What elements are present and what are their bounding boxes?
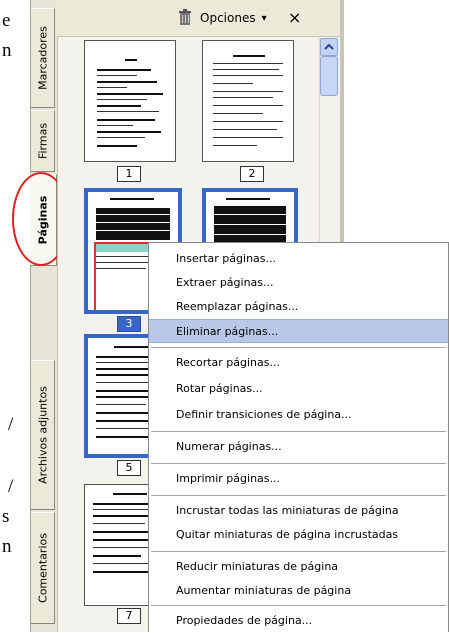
close-icon[interactable]: × (288, 8, 301, 27)
tab-label: Firmas (36, 122, 49, 160)
tab-label: Marcadores (36, 26, 49, 90)
menu-item-quitar-miniaturas[interactable]: Quitar miniaturas de página incrustadas (149, 523, 448, 547)
scroll-up-arrow-icon (324, 43, 334, 50)
page-number-label[interactable]: 7 (117, 608, 141, 624)
options-menu-button[interactable]: Opciones ▾ (200, 9, 267, 27)
menu-item-eliminar-paginas[interactable]: Eliminar páginas... (149, 319, 448, 343)
menu-separator (151, 431, 446, 432)
menu-separator (151, 551, 446, 552)
scroll-thumb[interactable] (320, 56, 338, 96)
menu-item-numerar-paginas[interactable]: Numerar páginas... (149, 435, 448, 459)
menu-separator (151, 463, 446, 464)
page-thumbnail[interactable] (84, 40, 176, 162)
page-number-label[interactable]: 1 (117, 166, 141, 182)
menu-item-extraer-paginas[interactable]: Extraer páginas... (149, 271, 448, 295)
doc-text-fragment: / (8, 414, 14, 435)
menu-item-insertar-paginas[interactable]: Insertar páginas... (149, 247, 448, 271)
menu-item-rotar-paginas[interactable]: Rotar páginas... (149, 377, 448, 401)
doc-text-fragment: s (2, 506, 10, 527)
doc-text-fragment: n (2, 40, 12, 61)
menu-item-propiedades-pagina[interactable]: Propiedades de página... (149, 609, 448, 633)
chevron-down-icon: ▾ (261, 12, 267, 24)
doc-text-fragment: e (2, 10, 11, 31)
tab-firmas[interactable]: Firmas (31, 110, 55, 172)
page-number-label[interactable]: 2 (240, 166, 264, 182)
navigation-tab-strip: Marcadores Firmas Páginas Archivos adjun… (30, 0, 58, 632)
page-thumbnail[interactable] (202, 40, 294, 162)
menu-item-imprimir-paginas[interactable]: Imprimir páginas... (149, 467, 448, 491)
menu-item-reducir-miniaturas[interactable]: Reducir miniaturas de página (149, 555, 448, 579)
doc-text-fragment: / (8, 476, 14, 497)
menu-separator (151, 347, 446, 348)
page-context-menu: Insertar páginas... Extraer páginas... R… (148, 242, 449, 632)
menu-item-incrustar-miniaturas[interactable]: Incrustar todas las miniaturas de página (149, 499, 448, 523)
menu-item-reemplazar-paginas[interactable]: Reemplazar páginas... (149, 295, 448, 319)
page-number-label-selected[interactable]: 3 (117, 316, 141, 332)
menu-separator (151, 495, 446, 496)
tab-label: Comentarios (36, 533, 49, 603)
menu-separator (151, 605, 446, 606)
tab-label: Archivos adjuntos (36, 386, 49, 484)
tab-marcadores[interactable]: Marcadores (31, 8, 55, 108)
tab-comentarios[interactable]: Comentarios (31, 512, 55, 624)
doc-text-fragment: n (2, 536, 12, 557)
trash-icon[interactable] (178, 9, 192, 29)
menu-item-definir-transiciones[interactable]: Definir transiciones de página... (149, 403, 448, 427)
options-label: Opciones (200, 11, 256, 25)
page-number-label[interactable]: 5 (117, 460, 141, 476)
menu-item-recortar-paginas[interactable]: Recortar páginas... (149, 351, 448, 375)
tab-archivos-adjuntos[interactable]: Archivos adjuntos (31, 360, 55, 510)
menu-item-aumentar-miniaturas[interactable]: Aumentar miniaturas de página (149, 579, 448, 603)
scroll-up-button[interactable] (320, 38, 338, 56)
